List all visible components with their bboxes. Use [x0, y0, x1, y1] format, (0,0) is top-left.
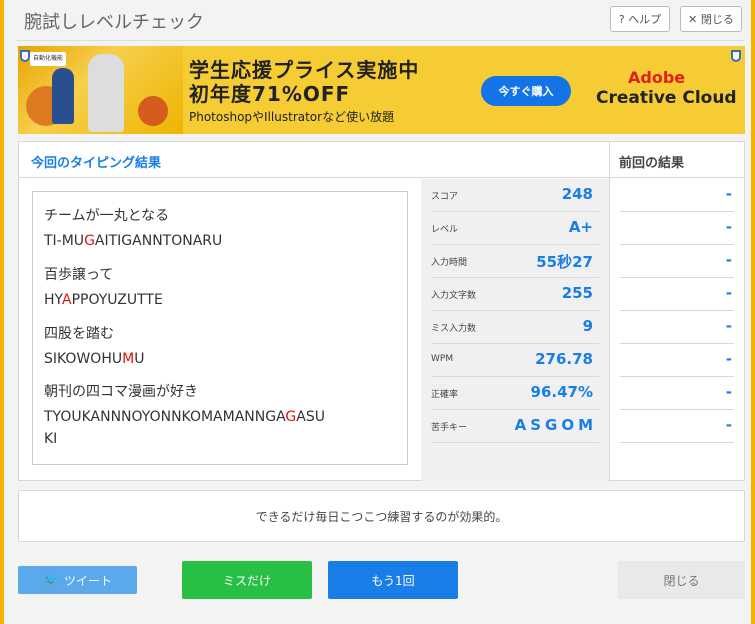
missed-char: A [62, 292, 72, 308]
previous-results-title: 前回の結果 [619, 156, 685, 171]
help-button[interactable]: ? ヘルプ [610, 6, 670, 32]
twitter-bird-icon: 🐦 [43, 573, 58, 587]
autumn-leaf-icon [138, 96, 168, 126]
advice-message: できるだけ毎日こつこつ練習するのが効果的。 [18, 490, 745, 542]
previous-accuracy: - [620, 377, 734, 410]
help-button-label: ? ヘルプ [618, 13, 662, 26]
stat-score: スコア 248 [431, 179, 599, 212]
miss-only-button[interactable]: ミスだけ [182, 561, 312, 599]
previous-weak-keys: - [620, 410, 734, 443]
word-romaji: TI-MUGAITIGANNTONARU [44, 233, 223, 249]
tweet-button[interactable]: 🐦 ツイート [18, 566, 137, 594]
previous-score: - [620, 179, 734, 212]
stat-miss-count: ミス入力数 9 [431, 311, 599, 344]
typing-results-panel: 今回のタイピング結果 前回の結果 チームが一丸となる TI-MUGAITIGAN… [18, 141, 745, 481]
results-header: 今回のタイピング結果 前回の結果 [19, 142, 744, 178]
stat-level: レベル A+ [431, 212, 599, 245]
creative-cloud-logo-text: Creative Cloud [596, 88, 737, 108]
dialog-title: 腕試しレベルチェック [24, 12, 204, 33]
word-romaji: TYOUKANNNOYONNKOMAMANNGAGASU KI [44, 409, 325, 447]
shield-icon [731, 50, 741, 62]
current-results-title: 今回のタイピング結果 [31, 156, 162, 171]
word-romaji: SIKOWOHUMU [44, 351, 145, 367]
banner-sticker: 自動化機能 [30, 52, 66, 66]
stat-wpm: WPM 276.78 [431, 344, 599, 377]
stat-char-count: 入力文字数 255 [431, 278, 599, 311]
previous-char-count: - [620, 278, 734, 311]
banner-subline: PhotoshopやIllustratorなど使い放題 [189, 110, 395, 124]
tweet-label: ツイート [63, 573, 112, 588]
missed-char: G [285, 409, 297, 425]
student-figure-icon [88, 54, 124, 132]
student-figure-icon [52, 68, 74, 124]
title-divider [16, 40, 743, 41]
typed-words-box: チームが一丸となる TI-MUGAITIGANNTONARU 百歩譲って HYA… [32, 191, 408, 465]
header-divider [609, 142, 610, 178]
banner-headline-2: 初年度71%OFF [189, 82, 351, 106]
previous-miss-count: - [620, 311, 734, 344]
level-check-dialog: 腕試しレベルチェック ? ヘルプ ✕ 閉じる 自動化機能 学生応援プライス実施中… [4, 0, 751, 624]
retry-button[interactable]: もう1回 [328, 561, 458, 599]
word-item: チームが一丸となる TI-MUGAITIGANNTONARU [44, 205, 222, 252]
word-item: 朝刊の四コマ漫画が好き TYOUKANNNOYONNKOMAMANNGAGASU… [44, 381, 325, 450]
header-close-button[interactable]: ✕ 閉じる [680, 6, 742, 32]
word-japanese: 百歩譲って [44, 267, 114, 283]
background-edge-right [751, 0, 755, 624]
banner-illustration: 自動化機能 [18, 46, 183, 134]
adobe-logo-text: Adobe [628, 68, 686, 87]
adobe-ad-banner[interactable]: 自動化機能 学生応援プライス実施中 初年度71%OFF PhotoshopやIl… [18, 46, 745, 134]
close-button[interactable]: 閉じる [618, 561, 745, 599]
stat-input-time: 入力時間 55秒27 [431, 245, 599, 278]
stat-weak-keys: 苦手キー ASGOM [431, 410, 599, 443]
current-stats: スコア 248 レベル A+ 入力時間 55秒27 入力文字数 255 ミス入力数 9 W… [421, 179, 609, 481]
column-divider [609, 178, 610, 480]
word-japanese: 四股を踏む [44, 326, 114, 342]
stat-accuracy: 正確率 96.47% [431, 377, 599, 410]
word-japanese: チームが一丸となる [44, 208, 170, 224]
word-item: 百歩譲って HYAPPOYUZUTTE [44, 264, 163, 311]
missed-char: G [84, 233, 95, 249]
word-japanese: 朝刊の四コマ漫画が好き [44, 384, 198, 400]
missed-char: M [122, 351, 135, 367]
header-close-label: ✕ 閉じる [688, 13, 734, 26]
previous-wpm: - [620, 344, 734, 377]
buy-now-button[interactable]: 今すぐ購入 [481, 76, 571, 106]
word-romaji: HYAPPOYUZUTTE [44, 292, 163, 308]
previous-input-time: - [620, 245, 734, 278]
shield-icon [20, 50, 30, 62]
word-item: 四股を踏む SIKOWOHUMU [44, 323, 144, 370]
previous-level: - [620, 212, 734, 245]
